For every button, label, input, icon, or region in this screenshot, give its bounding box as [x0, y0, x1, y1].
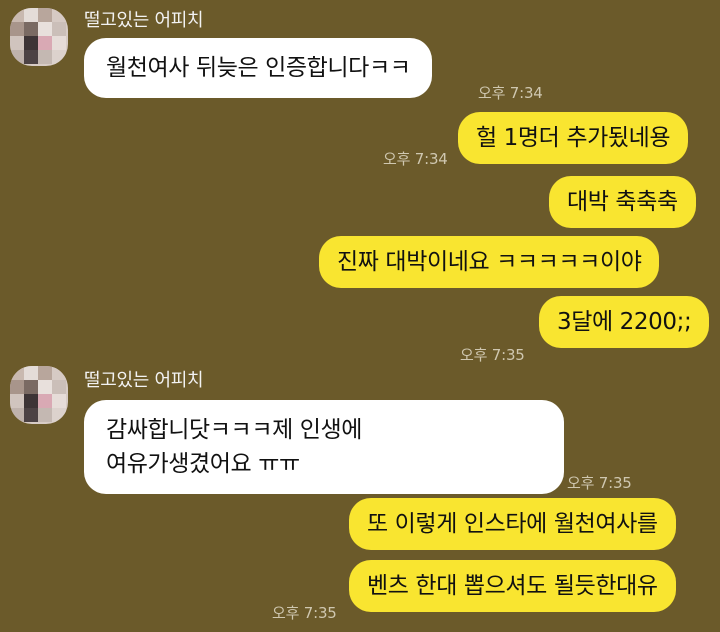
message-bubble-outgoing[interactable]: 진짜 대박이네요 ㅋㅋㅋㅋㅋ이야: [319, 236, 660, 288]
message-text: 헐 1명더 추가됬네용: [476, 125, 671, 151]
message-text: 3달에 2200;;: [557, 309, 692, 335]
message-bubble-incoming[interactable]: 감싸합니닷ㅋㅋㅋ제 인생에 여유가생겼어요 ㅠㅠ: [84, 400, 564, 494]
avatar[interactable]: [10, 366, 68, 424]
message-bubble-outgoing[interactable]: 대박 축축축: [549, 176, 696, 228]
message-bubble-outgoing[interactable]: 벤츠 한대 뽑으셔도 될듯한대유: [349, 560, 676, 612]
message-time: 오후 7:35: [460, 346, 525, 364]
message-bubble-outgoing[interactable]: 3달에 2200;;: [539, 296, 710, 348]
message-time: 오후 7:35: [567, 474, 632, 492]
avatar[interactable]: [10, 8, 68, 66]
sender-name: 떨고있는 어피치: [84, 370, 204, 391]
message-text: 또 이렇게 인스타에 월천여사를: [367, 511, 658, 537]
message-text: 월천여사 뒤늦은 인증합니다ㅋㅋ: [106, 55, 411, 81]
message-text: 대박 축축축: [567, 189, 678, 215]
message-text-line: 여유가생겼어요 ㅠㅠ: [106, 451, 300, 477]
message-bubble-outgoing[interactable]: 또 이렇게 인스타에 월천여사를: [349, 498, 676, 550]
message-time: 오후 7:34: [478, 84, 543, 102]
message-text: 벤츠 한대 뽑으셔도 될듯한대유: [367, 573, 658, 599]
message-text-line: 감싸합니닷ㅋㅋㅋ제 인생에: [106, 417, 363, 443]
message-time: 오후 7:35: [272, 604, 337, 622]
message-text: 진짜 대박이네요 ㅋㅋㅋㅋㅋ이야: [337, 249, 642, 275]
message-bubble-incoming[interactable]: 월천여사 뒤늦은 인증합니다ㅋㅋ: [84, 38, 433, 98]
sender-name: 떨고있는 어피치: [84, 10, 204, 31]
message-bubble-outgoing[interactable]: 헐 1명더 추가됬네용: [458, 112, 689, 164]
message-time: 오후 7:34: [383, 150, 448, 168]
